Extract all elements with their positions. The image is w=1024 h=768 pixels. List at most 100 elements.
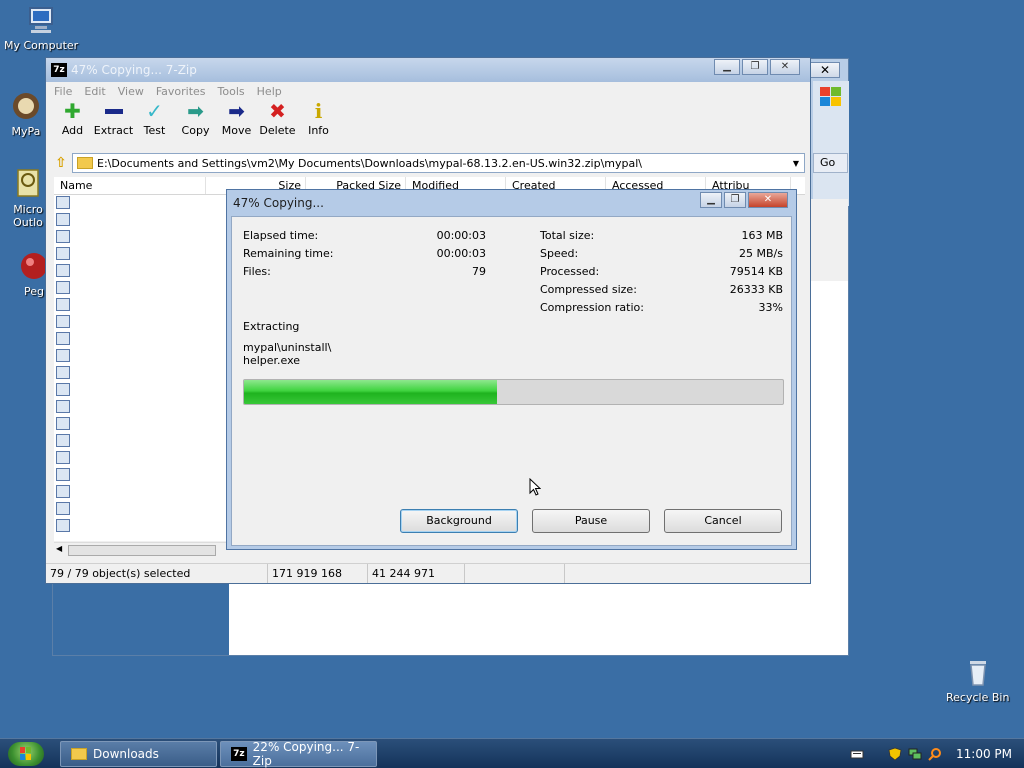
taskbar-item-7zip[interactable]: 7z 22% Copying... 7-Zip bbox=[220, 740, 377, 768]
up-folder-button[interactable]: ⇧ bbox=[50, 153, 72, 173]
menu-file[interactable]: File bbox=[50, 85, 80, 98]
taskbar: Downloads 7z 22% Copying... 7-Zip 11:00 … bbox=[0, 738, 1024, 768]
desktop-icon-my-computer[interactable]: My Computer bbox=[4, 4, 78, 52]
file-icon[interactable] bbox=[56, 349, 70, 362]
delete-label: Delete bbox=[259, 124, 296, 137]
menu-view[interactable]: View bbox=[114, 85, 152, 98]
start-button[interactable] bbox=[8, 742, 44, 766]
window-title: 47% Copying... 7-Zip bbox=[71, 63, 197, 77]
move-icon: ➡ bbox=[228, 99, 245, 123]
file-icon[interactable] bbox=[56, 366, 70, 379]
speed-value: 25 MB/s bbox=[739, 247, 783, 260]
desktop-icon-label: My Computer bbox=[4, 39, 79, 52]
file-icon[interactable] bbox=[56, 434, 70, 447]
file-icon[interactable] bbox=[56, 230, 70, 243]
go-button[interactable]: Go bbox=[813, 153, 848, 173]
pause-button[interactable]: Pause bbox=[532, 509, 650, 533]
progress-dialog[interactable]: 47% Copying... ▁ ❐ ✕ Elapsed time: 00:00… bbox=[226, 189, 797, 550]
file-icon[interactable] bbox=[56, 281, 70, 294]
minimize-button[interactable]: ▁ bbox=[700, 192, 722, 208]
scrollbar-thumb[interactable] bbox=[68, 545, 216, 556]
chevron-down-icon[interactable]: ▼ bbox=[788, 159, 804, 168]
file-icon[interactable] bbox=[56, 247, 70, 260]
dialog-content: Elapsed time: 00:00:03 Remaining time: 0… bbox=[231, 216, 792, 546]
maximize-button[interactable]: ❐ bbox=[742, 59, 768, 75]
shield-icon[interactable] bbox=[888, 747, 902, 761]
close-button[interactable]: ✕ bbox=[810, 62, 840, 78]
chevron-left-icon[interactable]: ◀ bbox=[56, 544, 62, 553]
menu-favorites[interactable]: Favorites bbox=[152, 85, 214, 98]
elapsed-time-label: Elapsed time: bbox=[243, 229, 319, 242]
file-icon[interactable] bbox=[56, 400, 70, 413]
file-icon[interactable] bbox=[56, 196, 70, 209]
computer-icon bbox=[29, 7, 54, 33]
horizontal-scrollbar[interactable]: ◀ bbox=[54, 542, 230, 558]
compressed-size-label: Compressed size: bbox=[540, 283, 637, 296]
network-icon[interactable] bbox=[908, 747, 922, 761]
file-icon[interactable] bbox=[56, 485, 70, 498]
file-icon[interactable] bbox=[56, 264, 70, 277]
add-button[interactable]: ✚ Add bbox=[52, 99, 93, 137]
progress-bar bbox=[243, 379, 784, 405]
speed-label: Speed: bbox=[540, 247, 579, 260]
desktop-icon-recycle-bin[interactable]: Recycle Bin bbox=[946, 656, 1009, 704]
recycle-bin-icon bbox=[969, 661, 986, 686]
file-icon[interactable] bbox=[56, 298, 70, 311]
file-icon[interactable] bbox=[56, 502, 70, 515]
7zip-app-icon: 7z bbox=[231, 747, 247, 761]
address-field[interactable]: E:\Documents and Settings\vm2\My Documen… bbox=[72, 153, 805, 173]
close-button[interactable]: ✕ bbox=[770, 59, 800, 75]
extract-button[interactable]: Extract bbox=[93, 100, 134, 137]
desktop-icon-mypal[interactable]: MyPa bbox=[10, 90, 42, 138]
menu-help[interactable]: Help bbox=[253, 85, 290, 98]
file-icon[interactable] bbox=[56, 383, 70, 396]
cancel-button[interactable]: Cancel bbox=[664, 509, 782, 533]
file-icon[interactable] bbox=[56, 468, 70, 481]
info-button[interactable]: i Info bbox=[298, 99, 339, 137]
title-bar[interactable]: 7z 47% Copying... 7-Zip bbox=[46, 58, 810, 82]
file-icon[interactable] bbox=[56, 332, 70, 345]
test-label: Test bbox=[143, 124, 166, 137]
file-icon[interactable] bbox=[56, 451, 70, 464]
taskbar-item-downloads[interactable]: Downloads bbox=[60, 741, 217, 767]
column-name[interactable]: Name bbox=[54, 177, 206, 194]
system-tray: 11:00 PM bbox=[850, 739, 1024, 768]
status-bar: 79 / 79 object(s) selected 171 919 168 4… bbox=[46, 563, 810, 583]
desktop-icon-outlook[interactable]: Micro Outlo bbox=[12, 168, 44, 229]
menu-tools[interactable]: Tools bbox=[214, 85, 253, 98]
clock[interactable]: 11:00 PM bbox=[956, 747, 1012, 761]
test-icon: ✓ bbox=[146, 99, 163, 123]
keyboard-icon[interactable] bbox=[850, 747, 864, 761]
file-icon[interactable] bbox=[56, 315, 70, 328]
mypal-icon bbox=[13, 93, 39, 119]
maximize-button[interactable]: ❐ bbox=[724, 192, 746, 208]
extract-label: Extract bbox=[93, 124, 134, 137]
current-file-name: helper.exe bbox=[243, 354, 301, 367]
test-button[interactable]: ✓ Test bbox=[134, 99, 175, 137]
processed-value: 79514 KB bbox=[729, 265, 783, 278]
toolbar: ✚ Add Extract ✓ Test ➡ Copy ➡ Move ✖ Del… bbox=[46, 99, 810, 142]
file-icon[interactable] bbox=[56, 519, 70, 532]
background-panel bbox=[813, 81, 849, 206]
minimize-button[interactable]: ▁ bbox=[714, 59, 740, 75]
file-icon[interactable] bbox=[56, 417, 70, 430]
delete-button[interactable]: ✖ Delete bbox=[257, 99, 298, 137]
file-icon[interactable] bbox=[56, 213, 70, 226]
file-list[interactable] bbox=[54, 195, 230, 541]
search-icon[interactable] bbox=[928, 747, 942, 761]
menu-edit[interactable]: Edit bbox=[80, 85, 113, 98]
extract-icon bbox=[103, 100, 125, 122]
progress-fill bbox=[244, 380, 498, 404]
status-size: 171 919 168 bbox=[268, 564, 368, 583]
move-button[interactable]: ➡ Move bbox=[216, 99, 257, 137]
status-packed: 41 244 971 bbox=[368, 564, 465, 583]
address-bar: ⇧ E:\Documents and Settings\vm2\My Docum… bbox=[50, 153, 805, 173]
info-icon: i bbox=[314, 99, 323, 123]
status-extra bbox=[465, 564, 565, 583]
copy-button[interactable]: ➡ Copy bbox=[175, 99, 216, 137]
compressed-size-value: 26333 KB bbox=[729, 283, 783, 296]
address-path: E:\Documents and Settings\vm2\My Documen… bbox=[97, 156, 642, 170]
move-label: Move bbox=[221, 124, 252, 137]
background-button[interactable]: Background bbox=[400, 509, 518, 533]
close-button[interactable]: ✕ bbox=[748, 192, 788, 208]
